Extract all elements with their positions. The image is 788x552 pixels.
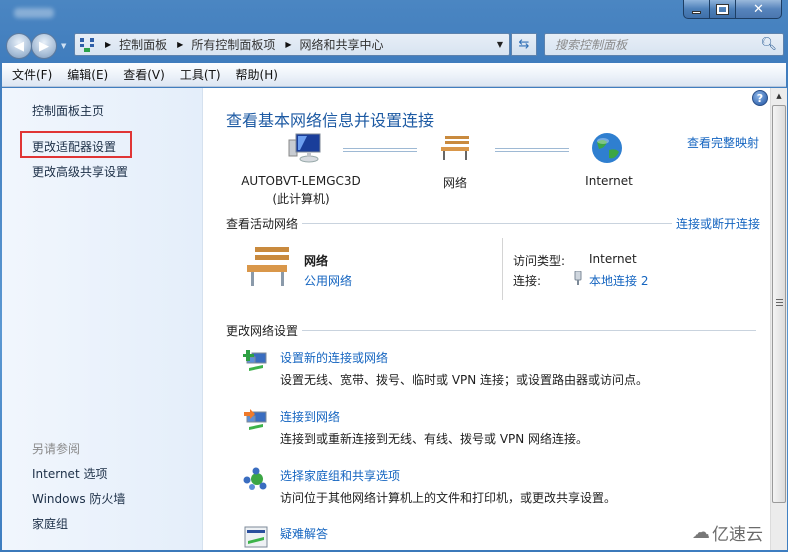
main-content: ? 查看基本网络信息并设置连接 查看完整映射 AUTOBVT-LEMGC3D (…: [203, 88, 770, 550]
address-bar[interactable]: ▶ 控制面板 ▶ 所有控制面板项 ▶ 网络和共享中心 ▼: [74, 33, 510, 56]
ethernet-plug-icon: [574, 270, 582, 285]
view-full-map-link[interactable]: 查看完整映射: [687, 134, 759, 151]
see-also-homegroup[interactable]: 家庭组: [32, 515, 68, 532]
menu-view[interactable]: 查看(V): [123, 66, 165, 83]
connections-label: 连接:: [513, 274, 542, 288]
new-connection-icon: [242, 349, 269, 373]
internet-node-label: Internet: [585, 174, 633, 188]
menu-file[interactable]: 文件(F): [12, 66, 52, 83]
back-arrow-icon: ◀: [14, 38, 24, 54]
vertical-divider: [502, 238, 503, 300]
connect-disconnect-link[interactable]: 连接或断开连接: [676, 215, 760, 232]
help-icon: ?: [756, 91, 764, 105]
active-networks-heading: 查看活动网络: [226, 217, 299, 231]
menu-edit[interactable]: 编辑(E): [67, 66, 108, 83]
computer-name: AUTOBVT-LEMGC3D: [241, 174, 361, 188]
task-setup-connection-desc: 设置无线、宽带、拨号、临时或 VPN 连接；或设置路由器或访问点。: [280, 373, 649, 387]
task-connect-network-link[interactable]: 连接到网络: [280, 408, 340, 425]
cloud-logo-icon: ☁: [692, 522, 710, 543]
see-also-windows-firewall[interactable]: Windows 防火墙: [32, 490, 125, 507]
sidebar: 控制面板主页 更改适配器设置 更改高级共享设置 另请参阅 Internet 选项…: [2, 88, 203, 550]
menu-bar: 文件(F) 编辑(E) 查看(V) 工具(T) 帮助(H): [2, 63, 786, 87]
see-also-heading: 另请参阅: [32, 442, 81, 456]
task-homegroup-link[interactable]: 选择家庭组和共享选项: [280, 467, 400, 484]
active-networks-header: 查看活动网络 连接或断开连接: [226, 215, 760, 232]
scroll-up-arrow-icon: ▲: [776, 92, 782, 100]
section-divider: [302, 330, 756, 331]
vertical-scrollbar[interactable]: ▲: [770, 88, 787, 550]
homegroup-icon: [243, 467, 269, 491]
network-type-link[interactable]: 公用网络: [304, 272, 352, 289]
computer-icon[interactable]: [287, 132, 323, 164]
connector-line: [495, 148, 569, 152]
breadcrumb-network-center[interactable]: 网络和共享中心: [300, 36, 384, 53]
search-input[interactable]: [545, 34, 745, 55]
page-title: 查看基本网络信息并设置连接: [226, 111, 435, 130]
access-type-label: 访问类型:: [513, 254, 566, 268]
globe-internet-icon[interactable]: [591, 132, 623, 164]
network-node-label: 网络: [442, 176, 467, 190]
breadcrumb-separator-icon[interactable]: ▶: [105, 40, 111, 49]
connect-network-icon: [243, 408, 269, 432]
task-troubleshoot-link[interactable]: 疑难解答: [280, 525, 328, 542]
section-divider: [302, 223, 672, 224]
close-button[interactable]: ✕: [736, 0, 782, 19]
breadcrumb-all-items[interactable]: 所有控制面板项: [191, 36, 275, 53]
help-button[interactable]: ?: [752, 90, 768, 106]
forward-arrow-icon: ▶: [39, 38, 49, 54]
search-box[interactable]: 🔍︎: [544, 33, 784, 56]
access-type-value: Internet: [589, 252, 637, 266]
title-bar: ✕: [0, 0, 788, 28]
scrollbar-thumb[interactable]: [772, 105, 786, 503]
troubleshoot-icon: [243, 525, 269, 549]
menu-tools[interactable]: 工具(T): [180, 66, 221, 83]
breadcrumb-separator-icon[interactable]: ▶: [177, 40, 183, 49]
sidebar-change-advanced-sharing[interactable]: 更改高级共享设置: [32, 163, 128, 180]
active-network-name: 网络: [304, 254, 329, 268]
bench-network-icon[interactable]: [439, 134, 473, 162]
caption-buttons: ✕: [683, 0, 782, 19]
breadcrumb-separator-icon[interactable]: ▶: [285, 40, 291, 49]
address-dropdown-icon[interactable]: ▼: [497, 40, 503, 49]
change-settings-heading: 更改网络设置: [226, 324, 299, 338]
close-icon: ✕: [753, 1, 764, 17]
forward-button[interactable]: ▶: [31, 33, 57, 59]
scroll-up-button[interactable]: ▲: [771, 88, 787, 104]
bench-network-large-icon: [243, 244, 293, 290]
refresh-icon: ⇆: [518, 37, 530, 52]
window-title-blurred: [14, 8, 54, 18]
minimize-icon: [692, 10, 701, 14]
navigation-bar: ◀ ▶ ▼ ▶ 控制面板 ▶ 所有控制面板项 ▶ 网络和共享中心 ▼ ⇆ 搜索控…: [0, 30, 788, 60]
back-button[interactable]: ◀: [6, 33, 32, 59]
grip-icon: [776, 299, 783, 306]
maximize-button[interactable]: [710, 0, 736, 19]
breadcrumb-control-panel[interactable]: 控制面板: [119, 36, 167, 53]
connector-line: [343, 148, 417, 152]
sidebar-control-panel-home[interactable]: 控制面板主页: [32, 102, 104, 119]
computer-sub-label: (此计算机): [272, 192, 330, 206]
maximize-icon: [716, 3, 729, 15]
recent-pages-dropdown[interactable]: ▼: [61, 42, 66, 50]
computer-node-label: AUTOBVT-LEMGC3D (此计算机): [236, 174, 366, 207]
minimize-button[interactable]: [683, 0, 710, 19]
refresh-button[interactable]: ⇆: [511, 33, 537, 56]
see-also-internet-options[interactable]: Internet 选项: [32, 465, 107, 482]
local-connection-link[interactable]: 本地连接 2: [589, 272, 648, 289]
task-connect-network-desc: 连接到或重新连接到无线、有线、拨号或 VPN 网络连接。: [280, 432, 589, 446]
window: ✕ ◀ ▶ ▼ ▶ 控制面板 ▶ 所有控制面板项 ▶ 网络和共享中心 ▼ ⇆ 搜…: [0, 0, 788, 552]
sidebar-change-adapter-settings[interactable]: 更改适配器设置: [32, 138, 116, 155]
change-settings-header: 更改网络设置: [226, 322, 760, 339]
watermark: ☁ 亿速云: [688, 520, 767, 545]
network-icon: [79, 37, 95, 53]
task-setup-connection-link[interactable]: 设置新的连接或网络: [280, 349, 388, 366]
search-icon[interactable]: 🔍︎: [760, 37, 777, 52]
task-homegroup-desc: 访问位于其他网络计算机上的文件和打印机，或更改共享设置。: [280, 491, 617, 505]
watermark-text: 亿速云: [712, 525, 763, 545]
menu-help[interactable]: 帮助(H): [236, 66, 278, 83]
